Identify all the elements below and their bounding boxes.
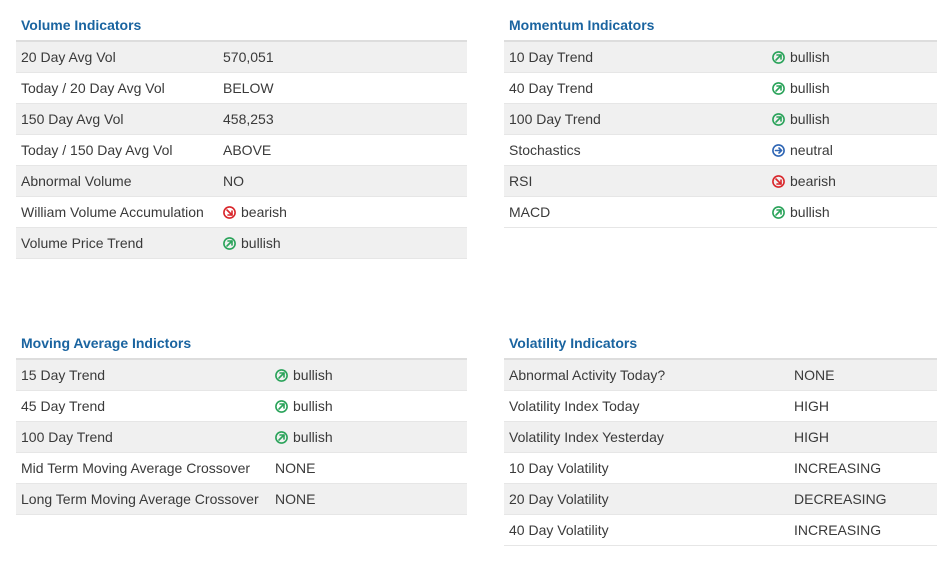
indicator-value: bullish	[772, 49, 830, 65]
indicator-value: NO	[223, 173, 244, 189]
indicator-row: 20 Day Volatility DECREASING	[504, 484, 937, 515]
indicator-label: 10 Day Trend	[509, 49, 594, 65]
indicator-value: bearish	[772, 173, 836, 189]
momentum-indicators-panel: Momentum Indicators 10 Day Trend bullish…	[504, 16, 937, 228]
panel-title: Volume Indicators	[16, 16, 467, 42]
indicator-label: 45 Day Trend	[21, 398, 106, 414]
indicator-label: Mid Term Moving Average Crossover	[21, 460, 251, 476]
indicator-label: 150 Day Avg Vol	[21, 111, 124, 127]
indicator-label: Volatility Index Yesterday	[509, 429, 664, 445]
bullish-arrow-icon	[223, 236, 236, 250]
indicator-row: 20 Day Avg Vol 570,051	[16, 42, 467, 73]
indicator-row: Today / 150 Day Avg Vol ABOVE	[16, 135, 467, 166]
indicator-row: 10 Day Volatility INCREASING	[504, 453, 937, 484]
indicator-label: 15 Day Trend	[21, 367, 106, 383]
indicator-value: NONE	[275, 460, 316, 476]
indicator-label: Abnormal Volume	[21, 173, 132, 189]
bullish-arrow-icon	[772, 81, 785, 95]
indicator-label: 40 Day Volatility	[509, 522, 609, 538]
indicator-row: 100 Day Trend bullish	[16, 422, 467, 453]
indicator-label: 20 Day Avg Vol	[21, 49, 116, 65]
indicator-row: 40 Day Trend bullish	[504, 73, 937, 104]
bullish-arrow-icon	[772, 205, 785, 219]
indicator-row: RSI bearish	[504, 166, 937, 197]
indicator-label: Volume Price Trend	[21, 235, 144, 251]
indicator-value: bearish	[223, 204, 287, 220]
bearish-arrow-icon	[772, 174, 785, 188]
indicator-value: neutral	[772, 142, 833, 158]
indicator-row: Long Term Moving Average Crossover NONE	[16, 484, 467, 515]
indicator-row: Today / 20 Day Avg Vol BELOW	[16, 73, 467, 104]
indicator-value: 458,253	[223, 111, 274, 127]
indicator-label: 10 Day Volatility	[509, 460, 609, 476]
indicator-label: Volatility Index Today	[509, 398, 640, 414]
indicator-list: Abnormal Activity Today? NONE Volatility…	[504, 360, 937, 546]
neutral-arrow-icon	[772, 143, 785, 157]
indicator-row: 15 Day Trend bullish	[16, 360, 467, 391]
indicator-row: 40 Day Volatility INCREASING	[504, 515, 937, 546]
indicator-value: BELOW	[223, 80, 274, 96]
indicator-value: NONE	[275, 491, 316, 507]
indicator-row: Abnormal Activity Today? NONE	[504, 360, 937, 391]
indicator-label: 20 Day Volatility	[509, 491, 609, 507]
indicator-value: bullish	[275, 367, 333, 383]
indicator-label: RSI	[509, 173, 533, 189]
indicator-label: Long Term Moving Average Crossover	[21, 491, 259, 507]
indicator-row: 150 Day Avg Vol 458,253	[16, 104, 467, 135]
indicator-row: Volume Price Trend bullish	[16, 228, 467, 259]
indicator-label: 100 Day Trend	[509, 111, 601, 127]
panel-title: Volatility Indicators	[504, 334, 937, 360]
bullish-arrow-icon	[275, 430, 288, 444]
indicator-value: bullish	[772, 111, 830, 127]
indicator-value: HIGH	[794, 398, 829, 414]
indicator-value: bullish	[772, 80, 830, 96]
bullish-arrow-icon	[772, 112, 785, 126]
indicator-value: NONE	[794, 367, 835, 383]
indicator-value: INCREASING	[794, 522, 882, 538]
indicator-label: Stochastics	[509, 142, 581, 158]
indicator-value: ABOVE	[223, 142, 272, 158]
indicator-label: William Volume Accumulation	[21, 204, 204, 220]
volatility-indicators-panel: Volatility Indicators Abnormal Activity …	[504, 334, 937, 546]
indicator-label: Today / 20 Day Avg Vol	[21, 80, 165, 96]
indicator-value: bullish	[275, 429, 333, 445]
indicator-label: 40 Day Trend	[509, 80, 594, 96]
indicator-label: MACD	[509, 204, 551, 220]
indicator-row: Stochastics neutral	[504, 135, 937, 166]
indicator-row: Abnormal Volume NO	[16, 166, 467, 197]
indicator-value: bullish	[275, 398, 333, 414]
indicator-value: DECREASING	[794, 491, 887, 507]
moving-average-indicators-panel: Moving Average Indictors 15 Day Trend bu…	[16, 334, 467, 515]
bullish-arrow-icon	[275, 399, 288, 413]
panel-title: Moving Average Indictors	[16, 334, 467, 360]
indicator-row: Mid Term Moving Average Crossover NONE	[16, 453, 467, 484]
indicator-row: MACD bullish	[504, 197, 937, 228]
indicator-label: Abnormal Activity Today?	[509, 367, 666, 383]
indicator-row: 10 Day Trend bullish	[504, 42, 937, 73]
indicator-value: 570,051	[223, 49, 274, 65]
indicator-list: 10 Day Trend bullish 40 Day Trend bullis…	[504, 42, 937, 228]
indicator-row: Volatility Index Today HIGH	[504, 391, 937, 422]
bearish-arrow-icon	[223, 205, 236, 219]
indicator-label: 100 Day Trend	[21, 429, 113, 445]
indicator-row: Volatility Index Yesterday HIGH	[504, 422, 937, 453]
bullish-arrow-icon	[772, 50, 785, 64]
indicator-row: 100 Day Trend bullish	[504, 104, 937, 135]
indicator-value: INCREASING	[794, 460, 882, 476]
indicator-list: 15 Day Trend bullish 45 Day Trend bullis…	[16, 360, 467, 515]
indicator-row: 45 Day Trend bullish	[16, 391, 467, 422]
indicator-value: bullish	[223, 235, 281, 251]
indicator-value: bullish	[772, 204, 830, 220]
volume-indicators-panel: Volume Indicators 20 Day Avg Vol 570,051…	[16, 16, 467, 259]
indicator-label: Today / 150 Day Avg Vol	[21, 142, 173, 158]
indicator-row: William Volume Accumulation bearish	[16, 197, 467, 228]
panel-title: Momentum Indicators	[504, 16, 937, 42]
indicator-value: HIGH	[794, 429, 829, 445]
bullish-arrow-icon	[275, 368, 288, 382]
indicator-list: 20 Day Avg Vol 570,051 Today / 20 Day Av…	[16, 42, 467, 259]
